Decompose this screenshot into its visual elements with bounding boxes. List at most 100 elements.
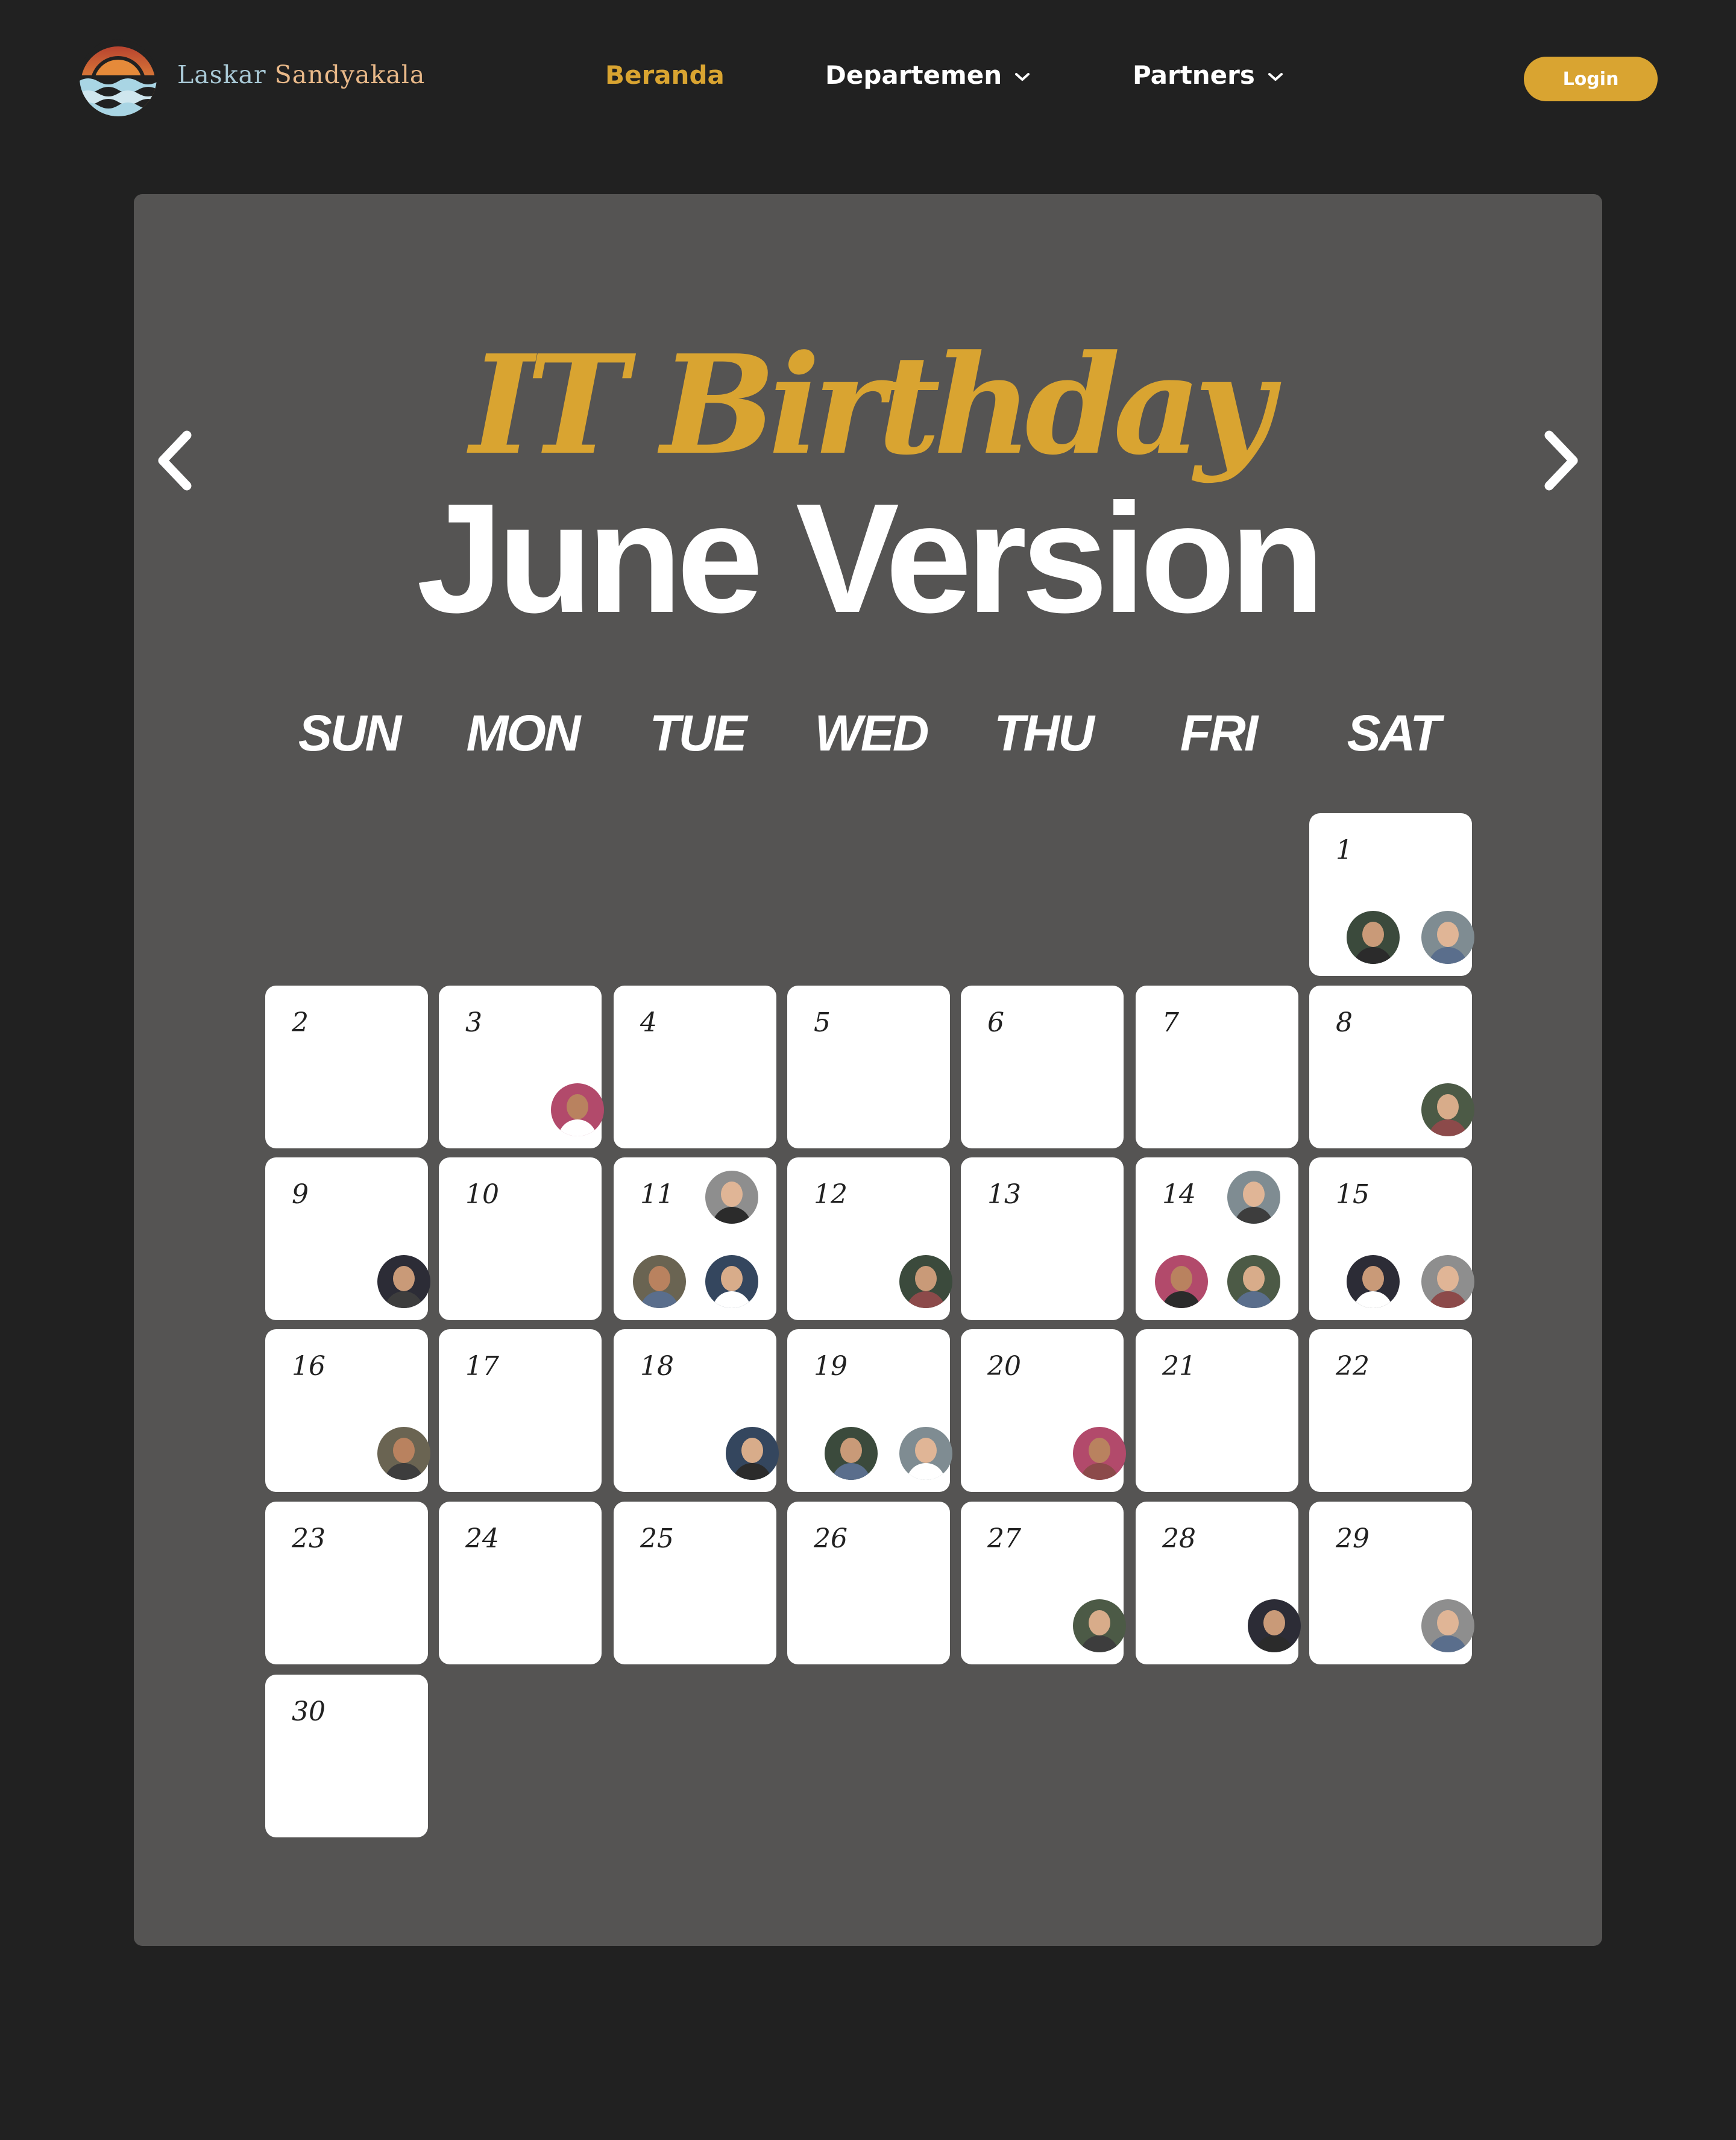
avatar-photo[interactable] — [825, 1427, 878, 1480]
avatar-photo[interactable] — [551, 1083, 604, 1136]
calendar-day-cell[interactable]: 2 — [265, 986, 428, 1148]
avatar-shoulders — [558, 1119, 597, 1136]
birthday-calendar-panel: IT Birthday June Version SUN MON TUE WED… — [134, 194, 1602, 1946]
avatar-photo[interactable] — [1421, 1599, 1474, 1652]
avatar-shoulders — [907, 1463, 945, 1480]
sandyakala-logo-icon[interactable] — [78, 38, 158, 118]
day-number: 30 — [292, 1696, 326, 1727]
avatar-face — [721, 1266, 743, 1291]
avatar-face — [721, 1182, 743, 1207]
calendar-day-cell[interactable]: 18 — [614, 1329, 779, 1492]
calendar-day-cell[interactable]: 7 — [1136, 986, 1298, 1148]
avatar-photo[interactable] — [1421, 911, 1474, 964]
avatar-face — [1437, 922, 1459, 947]
calendar-day-cell[interactable]: 20 — [961, 1329, 1126, 1492]
avatar-shoulders — [907, 1291, 945, 1308]
calendar-day-cell[interactable]: 27 — [961, 1502, 1126, 1664]
avatar-photo[interactable] — [899, 1427, 952, 1480]
avatar-photo[interactable] — [899, 1255, 952, 1308]
avatar-face — [393, 1438, 415, 1463]
brand-second-word: Sandyakala — [274, 60, 426, 89]
calendar-day-cell[interactable]: 6 — [961, 986, 1124, 1148]
calendar-day-cell[interactable]: 30 — [265, 1675, 428, 1837]
avatar-photo[interactable] — [1421, 1083, 1474, 1136]
avatar-photo[interactable] — [705, 1171, 758, 1224]
day-number: 4 — [640, 1007, 657, 1038]
brand-name[interactable]: Laskar Sandyakala — [177, 60, 425, 89]
calendar-day-cell[interactable]: 13 — [961, 1157, 1124, 1320]
avatar-photo[interactable] — [705, 1255, 758, 1308]
weekday-header: SAT — [1347, 705, 1441, 761]
nav-link-departemen[interactable]: Departemen — [825, 60, 1030, 90]
calendar-day-cell[interactable]: 21 — [1136, 1329, 1298, 1492]
avatar-photo[interactable] — [1248, 1599, 1301, 1652]
avatar-shoulders — [385, 1463, 423, 1480]
calendar-day-cell[interactable]: 15 — [1309, 1157, 1474, 1320]
day-number: 25 — [640, 1523, 674, 1554]
avatar-photo[interactable] — [1347, 1255, 1400, 1308]
avatar-face — [1362, 922, 1384, 947]
day-number: 19 — [814, 1351, 848, 1382]
login-button[interactable]: Login — [1524, 57, 1658, 101]
avatar-photo[interactable] — [726, 1427, 779, 1480]
avatar-face — [1362, 1266, 1384, 1291]
calendar-day-cell[interactable]: 28 — [1136, 1502, 1301, 1664]
avatar-shoulders — [1429, 947, 1467, 964]
chevron-down-icon — [1014, 72, 1030, 81]
avatar-photo[interactable] — [1227, 1171, 1280, 1224]
calendar-day-cell[interactable]: 24 — [439, 1502, 602, 1664]
avatar-face — [393, 1266, 415, 1291]
calendar-day-cell[interactable]: 22 — [1309, 1329, 1472, 1492]
calendar-day-cell[interactable]: 3 — [439, 986, 604, 1148]
avatar-photo[interactable] — [1347, 911, 1400, 964]
calendar-day-cell[interactable]: 9 — [265, 1157, 430, 1320]
calendar-day-cell[interactable]: 8 — [1309, 986, 1474, 1148]
day-number: 16 — [292, 1351, 326, 1382]
avatar-photo[interactable] — [1421, 1255, 1474, 1308]
calendar-day-cell[interactable]: 29 — [1309, 1502, 1474, 1664]
calendar-day-cell[interactable]: 19 — [787, 1329, 952, 1492]
avatar-shoulders — [1354, 1291, 1392, 1308]
avatar-photo[interactable] — [1073, 1427, 1126, 1480]
avatar-face — [1243, 1266, 1265, 1291]
calendar-day-cell[interactable]: 5 — [787, 986, 950, 1148]
weekday-header: FRI — [1180, 705, 1258, 761]
avatar-face — [915, 1438, 937, 1463]
avatar-photo[interactable] — [633, 1255, 686, 1308]
top-navigation: Laskar Sandyakala Beranda Departemen Par… — [0, 0, 1736, 157]
day-number: 14 — [1162, 1179, 1196, 1210]
calendar-day-cell[interactable]: 1 — [1309, 813, 1474, 976]
calendar-day-cell[interactable]: 10 — [439, 1157, 602, 1320]
day-number: 3 — [465, 1007, 482, 1038]
calendar-day-cell[interactable]: 4 — [614, 986, 776, 1148]
calendar-day-cell[interactable]: 26 — [787, 1502, 950, 1664]
day-number: 28 — [1162, 1523, 1196, 1554]
calendar-day-cell[interactable]: 23 — [265, 1502, 428, 1664]
avatar-photo[interactable] — [377, 1255, 430, 1308]
day-number: 1 — [1336, 835, 1353, 866]
day-number: 6 — [987, 1007, 1004, 1038]
avatar-shoulders — [832, 1463, 870, 1480]
calendar-day-cell[interactable]: 16 — [265, 1329, 430, 1492]
nav-link-partners[interactable]: Partners — [1133, 60, 1283, 90]
avatar-face — [840, 1438, 862, 1463]
avatar-shoulders — [1162, 1291, 1201, 1308]
calendar-title: IT Birthday — [470, 326, 1274, 485]
nav-link-beranda[interactable]: Beranda — [605, 60, 725, 90]
avatar-face — [915, 1266, 937, 1291]
avatar-photo[interactable] — [1155, 1255, 1208, 1308]
avatar-photo[interactable] — [377, 1427, 430, 1480]
calendar-day-cell[interactable]: 14 — [1136, 1157, 1298, 1320]
avatar-photo[interactable] — [1227, 1255, 1280, 1308]
avatar-shoulders — [1429, 1119, 1467, 1136]
avatar-shoulders — [712, 1291, 751, 1308]
avatar-photo[interactable] — [1073, 1599, 1126, 1652]
avatar-face — [649, 1266, 670, 1291]
avatar-shoulders — [1234, 1291, 1273, 1308]
calendar-day-cell[interactable]: 12 — [787, 1157, 952, 1320]
calendar-day-cell[interactable]: 11 — [614, 1157, 776, 1320]
day-number: 11 — [640, 1179, 674, 1210]
calendar-day-cell[interactable]: 25 — [614, 1502, 776, 1664]
calendar-day-cell[interactable]: 17 — [439, 1329, 602, 1492]
calendar-subtitle: June Version — [417, 471, 1325, 645]
